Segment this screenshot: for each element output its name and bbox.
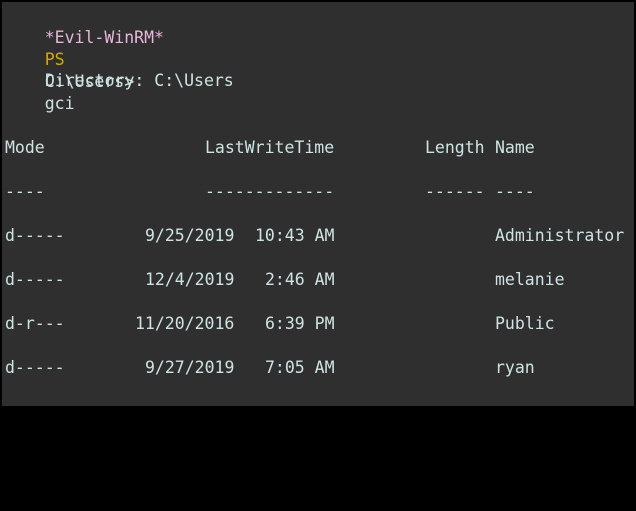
header-mode: Mode (5, 138, 45, 157)
table-row: d----- 12/4/2019 2:46 AM melanie (5, 269, 565, 291)
separator-lastwritetime: ------------- (205, 182, 335, 201)
terminal-window[interactable]: *Evil-WinRM* PS C:\Users> gci Directory:… (0, 0, 636, 408)
ps-prompt: PS (44, 50, 65, 69)
table-row: d-r--- 11/20/2016 6:39 PM Public (5, 313, 555, 335)
command-text: gci (44, 94, 75, 113)
header-name: Name (495, 138, 535, 157)
row-mode: d----- (5, 358, 65, 377)
row-time: 7:05 AM (265, 358, 335, 377)
row-date: 9/25/2019 (145, 226, 235, 245)
header-lastwritetime: LastWriteTime (205, 138, 335, 157)
row-name: ryan (495, 358, 535, 377)
header-length: Length (425, 138, 485, 157)
prompt-line: *Evil-WinRM* PS C:\Users> gci (5, 5, 164, 113)
row-name: Administrator (495, 226, 625, 245)
row-date: 11/20/2016 (135, 314, 235, 333)
row-mode: d----- (5, 226, 65, 245)
table-row: d----- 9/27/2019 7:05 AM ryan (5, 357, 535, 379)
separator-name: ---- (495, 182, 535, 201)
separator-mode: ---- (5, 182, 45, 201)
directory-label: Directory: C:\Users (45, 71, 234, 90)
row-time: 10:43 AM (255, 226, 335, 245)
row-mode: d-r--- (5, 314, 65, 333)
table-header-row: Mode LastWriteTime Length Name (5, 137, 535, 159)
separator-length: ------ (425, 182, 485, 201)
table-row: d----- 9/25/2019 10:43 AM Administrator (5, 225, 624, 247)
row-name: melanie (495, 270, 565, 289)
row-time: 2:46 AM (265, 270, 335, 289)
row-time: 6:39 PM (265, 314, 335, 333)
row-mode: d----- (5, 270, 65, 289)
row-date: 9/27/2019 (145, 358, 235, 377)
row-name: Public (495, 314, 555, 333)
row-date: 12/4/2019 (145, 270, 235, 289)
shell-prompt: *Evil-WinRM* (44, 28, 164, 47)
table-separator-row: ---- ------------- ------ ---- (5, 181, 535, 203)
